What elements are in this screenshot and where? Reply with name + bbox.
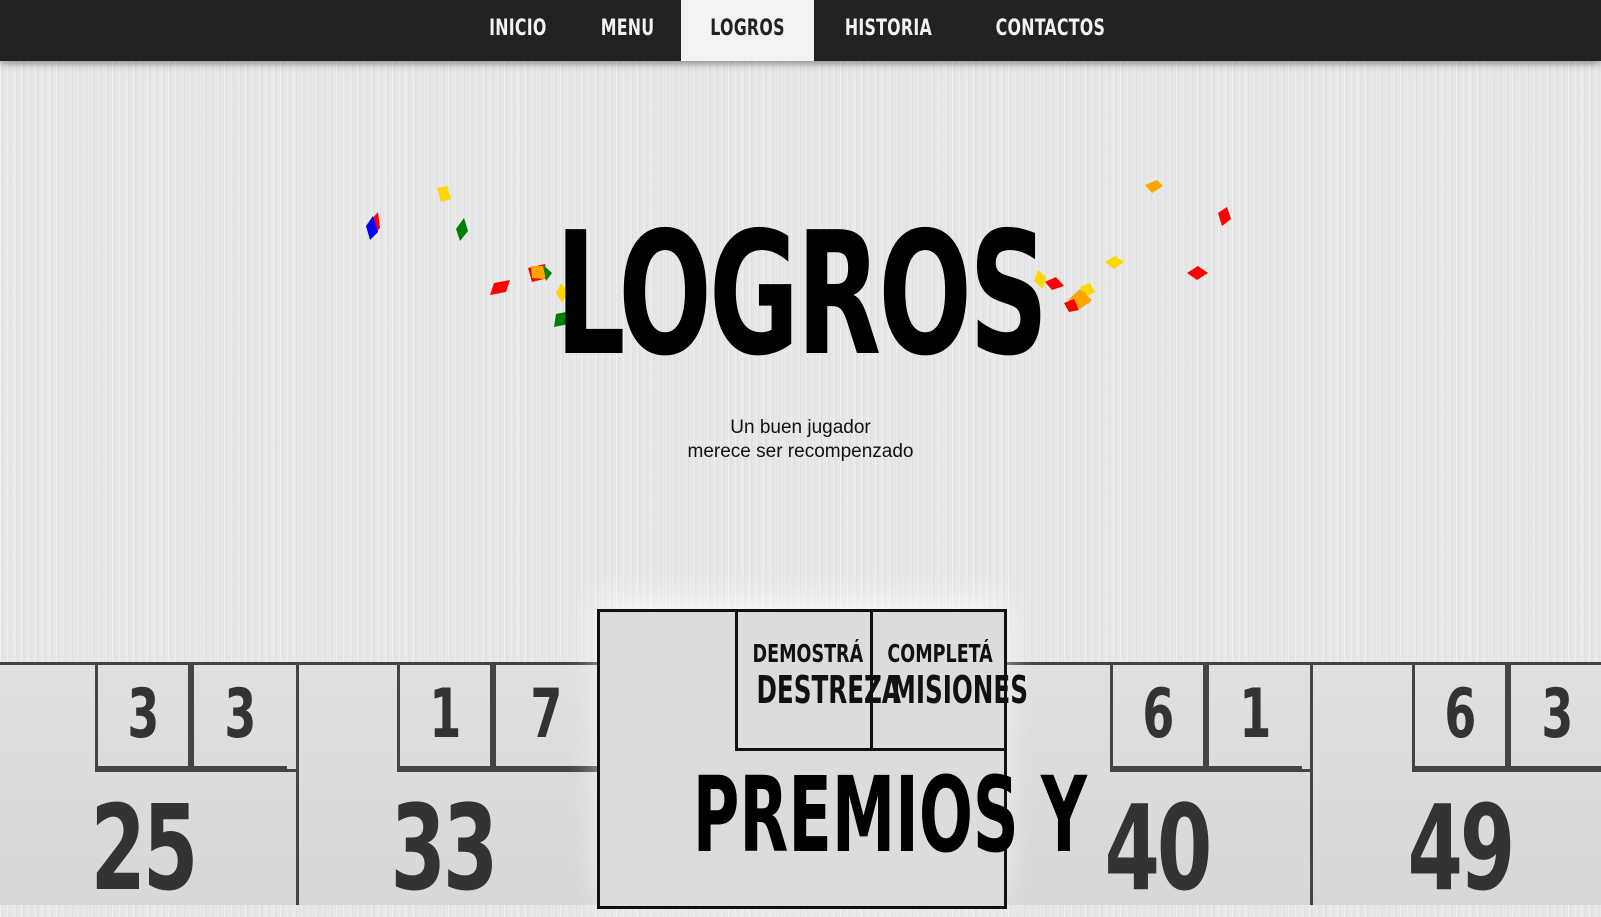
nav-item-contactos[interactable]: CONTACTOS xyxy=(962,0,1139,61)
achievement-number: 49 xyxy=(1407,779,1516,917)
feature-box-small-text: DEMOSTRÁ xyxy=(752,639,864,668)
nav-label: LOGROS xyxy=(709,16,785,41)
achievement-card[interactable]: 3 3 25 xyxy=(0,662,299,913)
achievement-number: 25 xyxy=(90,779,199,917)
top-navbar: INICIO MENU LOGROS HISTORIA CONTACTOS xyxy=(0,0,1601,61)
feature-box-big-text: DESTREZA xyxy=(756,668,901,712)
nav-label: HISTORIA xyxy=(844,16,932,41)
digit-box: 3 xyxy=(1508,665,1601,769)
digit-box: 3 xyxy=(95,665,191,769)
feature-title: PREMIOS Y xyxy=(692,754,1087,876)
digit-box: 1 xyxy=(1206,665,1302,769)
nav-menu: INICIO MENU LOGROS HISTORIA CONTACTOS xyxy=(0,0,1601,61)
page-subtitle: Un buen jugador merece ser recompenzado xyxy=(0,416,1601,464)
nav-label: MENU xyxy=(600,16,654,41)
divider xyxy=(95,769,296,772)
page-title: LOGROS xyxy=(555,196,1048,394)
digit-box: 1 xyxy=(397,665,493,769)
subtitle-line: Un buen jugador xyxy=(730,417,871,438)
feature-box-small-text: COMPLETÁ xyxy=(887,639,993,668)
digit-box: 6 xyxy=(1412,665,1508,769)
feature-box-big-text: MISIONES xyxy=(891,668,1028,712)
digit-box: 7 xyxy=(493,665,597,769)
feature-card[interactable]: DEMOSTRÁ DESTREZA COMPLETÁ MISIONES PREM… xyxy=(597,609,1087,909)
digit-box: 3 xyxy=(191,665,287,769)
divider xyxy=(1110,769,1310,772)
achievement-number: 33 xyxy=(390,779,499,917)
achievement-card[interactable]: 6 3 49 xyxy=(1313,662,1601,913)
feature-box-misiones: COMPLETÁ MISIONES xyxy=(870,612,1028,751)
nav-item-menu[interactable]: MENU xyxy=(574,0,681,61)
feature-box-destreza: DEMOSTRÁ DESTREZA xyxy=(735,612,901,751)
subtitle-line: merece ser recompenzado xyxy=(687,441,914,462)
divider xyxy=(397,769,597,772)
nav-label: CONTACTOS xyxy=(996,16,1106,41)
achievement-card[interactable]: 1 7 33 xyxy=(299,662,597,913)
nav-label: INICIO xyxy=(488,16,547,41)
divider xyxy=(1412,769,1601,772)
digit-box: 6 xyxy=(1110,665,1206,769)
nav-item-inicio[interactable]: INICIO xyxy=(462,0,574,61)
nav-item-logros[interactable]: LOGROS xyxy=(680,0,814,61)
nav-item-historia[interactable]: HISTORIA xyxy=(814,0,963,61)
